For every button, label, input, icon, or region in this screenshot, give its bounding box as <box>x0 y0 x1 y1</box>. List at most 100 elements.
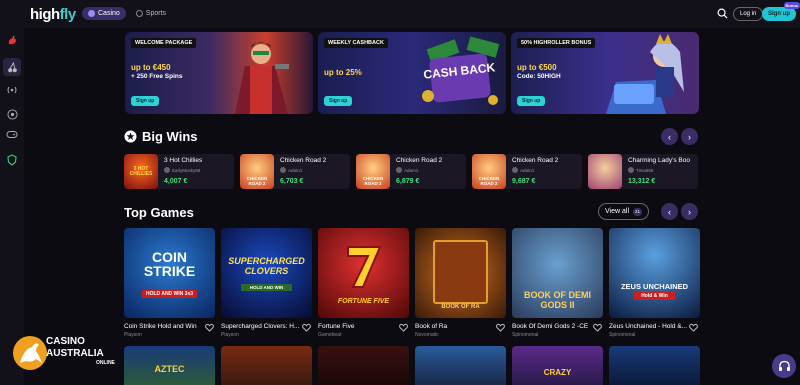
promo-highroller[interactable]: 50% HIGHROLLER BONUS up to €500 Code: 50… <box>511 32 699 114</box>
game-provider: Playson <box>124 332 142 338</box>
win-amount: 13,312 € <box>628 178 656 185</box>
promo-amount: up to 25% <box>324 68 362 77</box>
promo-amount: up to €500 <box>517 63 557 72</box>
game-tile[interactable] <box>318 346 409 385</box>
sidebar-item-esports[interactable] <box>3 125 21 143</box>
heart-icon[interactable] <box>399 323 408 332</box>
heart-icon[interactable] <box>496 323 505 332</box>
big-win-card[interactable]: Charming Lady's Boo Tima666 13,312 € <box>588 154 698 189</box>
game-title[interactable]: Zeus Unchained - Hold &... <box>609 323 687 330</box>
watermark-line1: CASINO <box>46 336 85 347</box>
big-wins-title: Big Wins <box>142 129 198 144</box>
cashback-illustration: CASH BACK <box>422 36 500 105</box>
game-tile[interactable] <box>221 346 312 385</box>
game-tile-book-of-ra[interactable]: BOOK OF RA <box>415 228 506 318</box>
win-thumbnail <box>588 154 622 189</box>
broadcast-icon <box>7 86 17 94</box>
game-title[interactable]: Coin Strike Hold and Win <box>124 323 202 330</box>
heart-icon[interactable] <box>205 323 214 332</box>
signup-button[interactable]: Sign up Bonus <box>762 2 800 21</box>
big-wins-prev-button[interactable]: ‹ <box>661 128 678 145</box>
big-win-card[interactable]: CHICKEN ROAD 2 Chicken Road 2 Adam1 6,70… <box>240 154 350 189</box>
seven-icon <box>347 246 382 288</box>
warrior-woman-illustration <box>606 34 684 114</box>
game-title[interactable]: Book Of Demi Gods 2 -CE <box>512 323 592 330</box>
top-games-prev-button[interactable]: ‹ <box>661 203 678 220</box>
promo-signup-button[interactable]: Sign up <box>517 96 546 106</box>
game-art-subtext: HOLD AND WIN 3x3 <box>142 290 197 298</box>
win-thumbnail: CHICKEN ROAD 2 <box>472 154 506 189</box>
shield-icon <box>7 154 17 166</box>
game-tile-crazy[interactable]: CRAZY <box>512 346 603 385</box>
win-username: Tima666 <box>636 168 654 173</box>
game-title[interactable]: Supercharged Clovers: H... <box>221 323 301 330</box>
watermark-line3: ONLINE <box>96 360 115 366</box>
user-avatar <box>280 167 286 173</box>
game-title[interactable]: Book of Ra <box>415 323 493 330</box>
sidebar-item-vip[interactable] <box>3 151 21 169</box>
search-icon[interactable] <box>717 8 728 19</box>
game-provider: Spinomenal <box>512 332 539 338</box>
game-tile-coin-strike[interactable]: COIN STRIKE HOLD AND WIN 3x3 <box>124 228 215 318</box>
game-tile-fortune-five[interactable]: FORTUNE FIVE <box>318 228 409 318</box>
big-win-card[interactable]: CHICKEN ROAD 2 Chicken Road 2 Adam1 6,87… <box>356 154 466 189</box>
game-tile[interactable] <box>609 346 700 385</box>
book-art <box>433 240 488 304</box>
game-tile[interactable] <box>415 346 506 385</box>
game-tile-supercharged-clovers[interactable]: SUPERCHARGED CLOVERS HOLD AND WIN <box>221 228 312 318</box>
thumb-text: CHICKEN ROAD 2 <box>478 176 500 186</box>
promo-signup-button[interactable]: Sign up <box>324 96 353 106</box>
ball-icon <box>135 10 143 17</box>
games-count-badge: 21 <box>633 207 643 216</box>
view-all-button[interactable]: View all 21 <box>598 203 650 220</box>
game-art-text: BOOK OF RA <box>441 304 480 310</box>
support-chat-button[interactable] <box>772 354 796 378</box>
top-bar: highfly Casino Sports Log in Sign up Bonu… <box>0 0 800 28</box>
promo-signup-button[interactable]: Sign up <box>131 96 160 106</box>
chili-icon <box>8 35 16 45</box>
top-games-title: Top Games <box>124 205 194 220</box>
highfly-logo[interactable]: highfly <box>30 6 76 23</box>
win-username: Adam1 <box>404 168 419 173</box>
gamepad-icon <box>6 130 18 138</box>
promo-welcome[interactable]: WELCOME PACKAGE up to €450 + 250 Free Sp… <box>125 32 313 114</box>
game-art-text: SUPERCHARGED CLOVERS <box>228 256 305 276</box>
heart-icon[interactable] <box>689 323 698 332</box>
login-button[interactable]: Log in <box>733 7 764 21</box>
game-art-subtext: HOLD AND WIN <box>241 284 292 291</box>
win-game-name: Chicken Road 2 <box>280 157 327 164</box>
game-title[interactable]: Fortune Five <box>318 323 396 330</box>
big-win-card[interactable]: CHICKEN ROAD 2 Chicken Road 2 Adam1 9,68… <box>472 154 582 189</box>
win-amount: 4,007 € <box>164 178 188 185</box>
heart-icon[interactable] <box>302 323 311 332</box>
win-game-name: Charming Lady's Boo <box>628 157 690 164</box>
promo-cashback[interactable]: CASH BACK WEEKLY CASHBACK up to 25% Sign… <box>318 32 506 114</box>
game-tile-zeus-unchained[interactable]: ZEUS UNCHAINED Hold & Win <box>609 228 700 318</box>
win-thumbnail: CHICKEN ROAD 2 <box>240 154 274 189</box>
casino-tab[interactable]: Casino <box>82 7 126 20</box>
top-games-next-button[interactable]: › <box>681 203 698 220</box>
sidebar-item-promotions[interactable] <box>3 32 21 50</box>
promo-carousel: WELCOME PACKAGE up to €450 + 250 Free Sp… <box>125 32 699 114</box>
game-tile-book-of-demi-gods[interactable]: BOOK OF DEMI GODS II <box>512 228 603 318</box>
sidebar-item-slots[interactable] <box>3 58 21 76</box>
kangaroo-logo-icon <box>13 336 47 370</box>
big-wins-next-button[interactable]: › <box>681 128 698 145</box>
heart-icon[interactable] <box>593 323 602 332</box>
sidebar-item-live[interactable] <box>3 81 21 99</box>
star-icon <box>124 130 137 143</box>
win-game-name: Chicken Road 2 <box>512 157 559 164</box>
promo-tag: 50% HIGHROLLER BONUS <box>517 38 596 48</box>
casino-australia-watermark: CASINO AUSTRALIA ONLINE <box>6 333 116 373</box>
game-provider: Gamebeat <box>318 332 342 338</box>
sidebar-item-sports[interactable] <box>3 105 21 123</box>
win-username: Adam1 <box>520 168 535 173</box>
win-thumbnail: 3 HOT CHILLIES <box>124 154 158 189</box>
game-tile-aztec[interactable]: AZTEC <box>124 346 215 385</box>
game-provider: Playson <box>221 332 239 338</box>
big-win-card[interactable]: 3 HOT CHILLIES 3 Hot Chillies EarlyMusky… <box>124 154 234 189</box>
sports-tab[interactable]: Sports <box>130 7 172 20</box>
promo-subtext: Code: 50HIGH <box>517 73 561 80</box>
win-username: Adam1 <box>288 168 303 173</box>
win-game-name: 3 Hot Chillies <box>164 157 203 164</box>
